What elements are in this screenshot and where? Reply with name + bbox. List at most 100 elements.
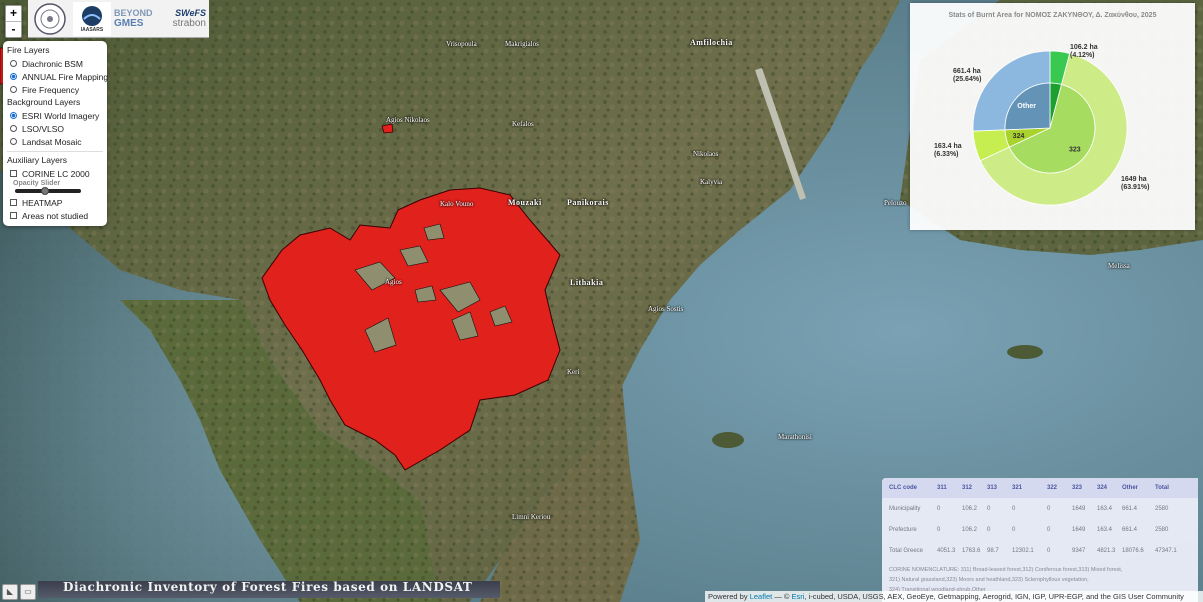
- attribution-prefix: Powered by: [708, 592, 748, 601]
- layer-option[interactable]: HEATMAP: [7, 196, 103, 209]
- table-header-cell: 322: [1047, 485, 1058, 491]
- place-label: Vrisopoula: [446, 40, 477, 48]
- note-line: CORINE NOMENCLATURE: 311) Broad-leaved f…: [889, 567, 1123, 573]
- layer-option[interactable]: LSO/VLSO: [7, 122, 103, 135]
- place-label: Amfilochia: [690, 38, 733, 47]
- table-cell: 0: [1012, 526, 1016, 533]
- table-cell: 4051.3: [937, 547, 956, 554]
- slice-label-324: 163.4 ha (6.33%): [934, 143, 962, 158]
- place-label: Marathonisi: [778, 433, 812, 441]
- radio-button[interactable]: [10, 60, 17, 67]
- slice-code-label: Other: [1017, 103, 1036, 110]
- table-header-cell: CLC code: [889, 485, 918, 491]
- layer-option[interactable]: Areas not studied: [7, 209, 103, 222]
- zoom-control: + -: [5, 5, 22, 38]
- layer-option[interactable]: CORINE LC 2000: [7, 167, 103, 180]
- table-row: Total Greece 4051.3 1763.6 98.7 12302.1 0 9347…: [882, 540, 1198, 561]
- radio-button-selected[interactable]: [10, 112, 17, 119]
- table-row: Prefecture 0 106.2 0 0 0 1649 163.4 661.4 2580: [882, 519, 1198, 540]
- place-label: Limni Keriou: [512, 513, 551, 521]
- print-button[interactable]: ▭: [20, 584, 36, 600]
- esri-link[interactable]: Esri: [792, 592, 805, 601]
- table-cell: 661.4: [1122, 526, 1138, 533]
- partner-logos: IAASARS BEYOND SWeFS GMES strabon: [28, 0, 209, 38]
- place-label: Pelouzo: [884, 199, 907, 207]
- zoom-in-button[interactable]: +: [6, 6, 21, 21]
- layer-option-label: ANNUAL Fire Mapping: [22, 71, 109, 82]
- radio-button[interactable]: [10, 86, 17, 93]
- table-row: Municipality 0 106.2 0 0 0 1649 163.4 661.4 2580: [882, 498, 1198, 519]
- table-cell: 2580: [1155, 526, 1169, 533]
- layer-option-label: HEATMAP: [22, 197, 63, 208]
- checkbox[interactable]: [10, 212, 17, 219]
- table-cell: 9347: [1072, 547, 1086, 554]
- layer-option[interactable]: Diachronic BSM: [7, 57, 103, 70]
- table-cell: 163.4: [1097, 526, 1113, 533]
- layer-option-label: CORINE LC 2000: [22, 168, 90, 179]
- checkbox[interactable]: [10, 170, 17, 177]
- table-header-cell: 321: [1012, 485, 1023, 491]
- opacity-slider[interactable]: [15, 187, 81, 195]
- place-label: Makrigialos: [505, 40, 539, 48]
- project-logos[interactable]: BEYOND SWeFS GMES strabon: [114, 2, 206, 36]
- place-label: Nikolaos: [693, 150, 719, 158]
- table-cell: 1763.6: [962, 547, 981, 554]
- swefs-logo: SWeFS: [175, 8, 206, 18]
- table-cell: 47347.1: [1155, 547, 1177, 554]
- table-cell: 98.7: [987, 547, 999, 554]
- layer-option[interactable]: Fire Frequency: [7, 83, 103, 96]
- table-cell: Total Greece: [889, 547, 924, 554]
- gmes-logo: GMES: [114, 18, 144, 29]
- radio-button[interactable]: [10, 125, 17, 132]
- table-header-cell: Other: [1122, 485, 1139, 491]
- radio-button-selected[interactable]: [10, 73, 17, 80]
- table-cell: 0: [937, 526, 941, 533]
- divider: [7, 151, 103, 152]
- layer-option[interactable]: ESRI World Imagery: [7, 109, 103, 122]
- layer-option[interactable]: Landsat Mosaic: [7, 135, 103, 148]
- table-cell: 12302.1: [1012, 547, 1034, 554]
- layer-control-panel: Fire Layers Diachronic BSM ANNUAL Fire M…: [3, 41, 108, 226]
- table-cell: 0: [1047, 526, 1051, 533]
- table-cell: 1649: [1072, 505, 1086, 512]
- table-cell: 2580: [1155, 505, 1169, 512]
- slice-label-other: 661.4 ha (25.64%): [953, 68, 982, 83]
- radio-button[interactable]: [10, 138, 17, 145]
- auxiliary-layers-header: Auxiliary Layers: [7, 155, 67, 165]
- place-label: Agios Nikolaos: [386, 116, 430, 124]
- table-cell: 1649: [1072, 526, 1086, 533]
- leaflet-link[interactable]: Leaflet: [750, 592, 773, 601]
- note-line: 321) Natural grassland,323) Moors and he…: [889, 577, 1089, 583]
- place-label: Kalyvia: [700, 178, 723, 186]
- place-label: Kefalos: [512, 120, 534, 128]
- table-header-cell: 312: [962, 485, 973, 491]
- place-label: Agios Sostis: [648, 305, 684, 313]
- iaasars-logo-text: IAASARS: [80, 26, 104, 33]
- zoom-out-button[interactable]: -: [6, 21, 21, 37]
- checkbox[interactable]: [10, 199, 17, 206]
- map-attribution: Powered by Leaflet — © Esri, i-cubed, US…: [705, 591, 1203, 602]
- table-header-cell: 313: [987, 485, 998, 491]
- slider-handle[interactable]: [40, 187, 49, 195]
- slice-label-323: 1649 ha (63.91%): [1121, 176, 1150, 191]
- table-cell: Municipality: [889, 505, 921, 512]
- iaasars-logo[interactable]: IAASARS: [73, 1, 111, 36]
- place-label: Kalo Vouno: [440, 200, 474, 208]
- table-header-cell: Total: [1155, 485, 1169, 491]
- fullscreen-button[interactable]: ◣: [2, 584, 18, 600]
- university-seal-logo[interactable]: [30, 2, 70, 36]
- table-cell: 18076.6: [1122, 547, 1144, 554]
- place-label: Mouzaki: [508, 198, 542, 207]
- slice-code-label: 324: [1013, 133, 1025, 140]
- table-header-cell: 323: [1072, 485, 1083, 491]
- table-cell: 163.4: [1097, 505, 1113, 512]
- clc-stats-table: CLC code 311 312 313 321 322 323 324 Oth…: [882, 478, 1198, 602]
- layer-option[interactable]: ANNUAL Fire Mapping: [7, 70, 108, 83]
- slice-code-label: 323: [1069, 146, 1081, 153]
- table-cell: 0: [1047, 505, 1051, 512]
- place-label: Keri: [567, 368, 580, 376]
- strabon-logo: strabon: [172, 18, 206, 29]
- table-cell: 0: [987, 526, 991, 533]
- place-label: Melissa: [1108, 262, 1130, 270]
- burnt-area-pie-chart: 323 324 Other: [972, 50, 1128, 206]
